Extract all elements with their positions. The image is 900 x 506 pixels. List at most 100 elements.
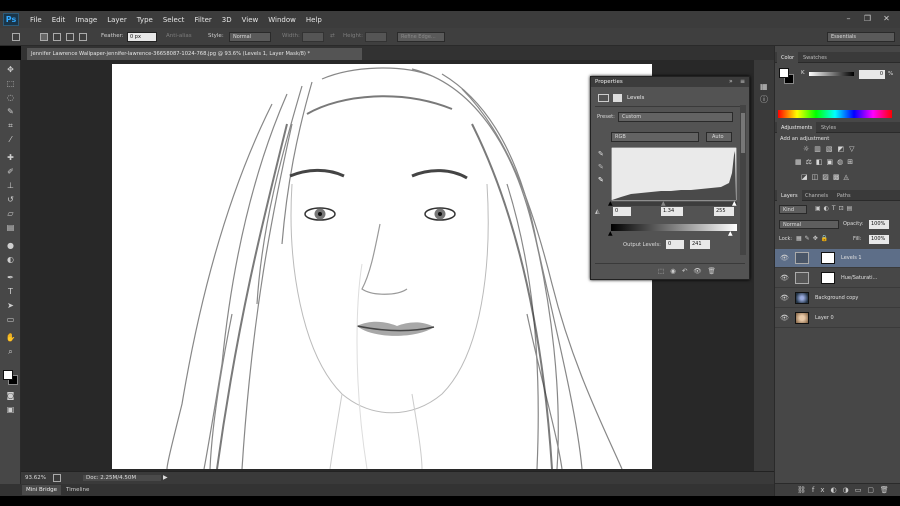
dodge-tool-icon[interactable]: ◐ (5, 254, 16, 265)
visibility-eye-icon[interactable]: 👁 (780, 254, 789, 262)
menu-image[interactable]: Image (70, 16, 102, 24)
gradient-tool-icon[interactable]: ▤ (5, 222, 16, 233)
menu-select[interactable]: Select (158, 16, 190, 24)
tab-adjustments[interactable]: Adjustments (777, 122, 817, 133)
type-tool-icon[interactable]: T (5, 286, 16, 297)
black-point-eyedropper-icon[interactable]: ✎ (598, 150, 604, 158)
tab-swatches[interactable]: Swatches (799, 52, 831, 63)
visibility-eye-icon[interactable]: 👁 (780, 314, 789, 322)
channel-select[interactable]: RGB (611, 132, 699, 142)
menu-help[interactable]: Help (301, 16, 327, 24)
document-image[interactable] (112, 64, 652, 469)
fill-input[interactable]: 100% (869, 235, 889, 244)
share-icon[interactable] (53, 474, 61, 482)
layer-row-layer-0[interactable]: 👁 Layer 0 (775, 309, 900, 328)
history-panel-icon[interactable]: ▦ (760, 82, 768, 91)
eraser-tool-icon[interactable]: ▱ (5, 208, 16, 219)
mask-icon[interactable] (613, 94, 622, 102)
layer-name[interactable]: Layer 0 (815, 315, 834, 321)
auto-button[interactable]: Auto (706, 132, 732, 142)
swap-icon[interactable]: ⇄ (330, 33, 335, 39)
move-tool-icon[interactable]: ✥ (5, 64, 16, 75)
white-output-slider[interactable]: ▲ (728, 230, 733, 237)
layer-mask-thumbnail[interactable] (821, 272, 835, 284)
clone-stamp-tool-icon[interactable]: ⊥ (5, 180, 16, 191)
clipping-warning-icon[interactable]: ◭ (595, 208, 600, 215)
visibility-eye-icon[interactable]: 👁 (780, 294, 789, 302)
color-foreground-swatch[interactable] (779, 68, 789, 78)
style-select[interactable]: Normal (229, 32, 271, 42)
menu-layer[interactable]: Layer (102, 16, 132, 24)
tab-timeline[interactable]: Timeline (62, 485, 93, 495)
adjustment-icons-row3[interactable]: ◪◫▨▩◬ (801, 173, 853, 181)
layer-row-background-copy[interactable]: 👁 Background copy (775, 289, 900, 308)
lock-icons[interactable]: ▦✎✥🔒 (796, 235, 831, 242)
tab-color[interactable]: Color (777, 52, 799, 63)
blend-mode-select[interactable]: Normal (779, 220, 839, 229)
feather-input[interactable]: 0 px (127, 32, 157, 42)
black-output-slider[interactable]: ▲ (608, 230, 613, 237)
menu-window[interactable]: Window (263, 16, 301, 24)
input-levels-track[interactable]: ▲ ▲ ▲ (608, 201, 737, 207)
pen-tool-icon[interactable]: ✒ (5, 272, 16, 283)
menu-view[interactable]: View (237, 16, 264, 24)
width-input[interactable] (302, 32, 324, 42)
minimize-button[interactable]: – (842, 13, 855, 25)
output-black-field[interactable]: 0 (666, 240, 684, 249)
close-window-button[interactable]: ✕ (880, 13, 893, 25)
input-black-field[interactable]: 0 (613, 207, 631, 216)
layer-mask-thumbnail[interactable] (821, 252, 835, 264)
output-white-field[interactable]: 241 (690, 240, 710, 249)
properties-footer-icons[interactable]: ⬚◉↶👁🗑 (658, 267, 722, 275)
restore-button[interactable]: ❐ (861, 13, 874, 25)
color-spectrum-ramp[interactable] (778, 110, 892, 118)
layer-row-levels[interactable]: 👁 Levels 1 (775, 249, 900, 268)
zoom-tool-icon[interactable]: ⌕ (5, 346, 16, 357)
preset-select[interactable]: Custom (618, 112, 733, 122)
menu-type[interactable]: Type (132, 16, 158, 24)
input-gamma-field[interactable]: 1.34 (661, 207, 683, 216)
history-brush-tool-icon[interactable]: ↺ (5, 194, 16, 205)
rectangle-tool-icon[interactable]: ▭ (5, 314, 16, 325)
quick-mask-icon[interactable]: ◙ (5, 390, 16, 401)
layer-filter-icons[interactable]: ▣◐T⊡▤ (815, 205, 855, 212)
new-selection-icon[interactable] (40, 33, 48, 41)
tab-paths[interactable]: Paths (833, 190, 855, 201)
adjustment-icons-row2[interactable]: ▦⚖◧▣◍⊞ (795, 158, 857, 166)
white-point-eyedropper-icon[interactable]: ✎ (598, 176, 604, 184)
tab-layers[interactable]: Layers (777, 190, 802, 201)
opacity-input[interactable]: 100% (869, 220, 889, 229)
layers-footer-icons[interactable]: ⛓fx◐◑▭▢🗑 (797, 486, 895, 494)
lasso-tool-icon[interactable]: ◌ (5, 92, 16, 103)
height-input[interactable] (365, 32, 387, 42)
path-selection-tool-icon[interactable]: ➤ (5, 300, 16, 311)
marquee-preset-icon[interactable] (12, 33, 20, 41)
gray-point-eyedropper-icon[interactable]: ✎ (598, 163, 604, 171)
subtract-selection-icon[interactable] (66, 33, 74, 41)
spot-healing-tool-icon[interactable]: ✚ (5, 152, 16, 163)
blur-tool-icon[interactable]: ● (5, 240, 16, 251)
tab-mini-bridge[interactable]: Mini Bridge (22, 485, 61, 495)
marquee-tool-icon[interactable]: ⬚ (5, 78, 16, 89)
eyedropper-tool-icon[interactable]: ⁄ (5, 134, 16, 145)
layer-row-hue-saturation[interactable]: 👁 Hue/Saturati... (775, 269, 900, 288)
workspace-select[interactable]: Essentials (827, 32, 895, 42)
black-input-slider[interactable]: ▲ (608, 201, 613, 207)
properties-scrollbar[interactable] (740, 105, 746, 255)
white-input-slider[interactable]: ▲ (732, 201, 737, 207)
menu-edit[interactable]: Edit (47, 16, 71, 24)
visibility-eye-icon[interactable]: 👁 (780, 274, 789, 282)
tab-styles[interactable]: Styles (817, 122, 840, 133)
properties-header[interactable]: Properties » ≡ (591, 77, 749, 87)
gamma-input-slider[interactable]: ▲ (661, 201, 666, 207)
layer-name[interactable]: Background copy (815, 295, 858, 301)
zoom-level[interactable]: 93.62% (25, 475, 46, 481)
tab-channels[interactable]: Channels (801, 190, 832, 201)
menu-file[interactable]: File (25, 16, 47, 24)
refine-edge-button[interactable]: Refine Edge... (397, 32, 445, 42)
layer-name[interactable]: Hue/Saturati... (841, 275, 877, 281)
add-selection-icon[interactable] (53, 33, 61, 41)
collapse-icon[interactable]: » (729, 78, 733, 85)
hand-tool-icon[interactable]: ✋ (5, 332, 16, 343)
color-value-input[interactable]: 0 (859, 70, 885, 79)
